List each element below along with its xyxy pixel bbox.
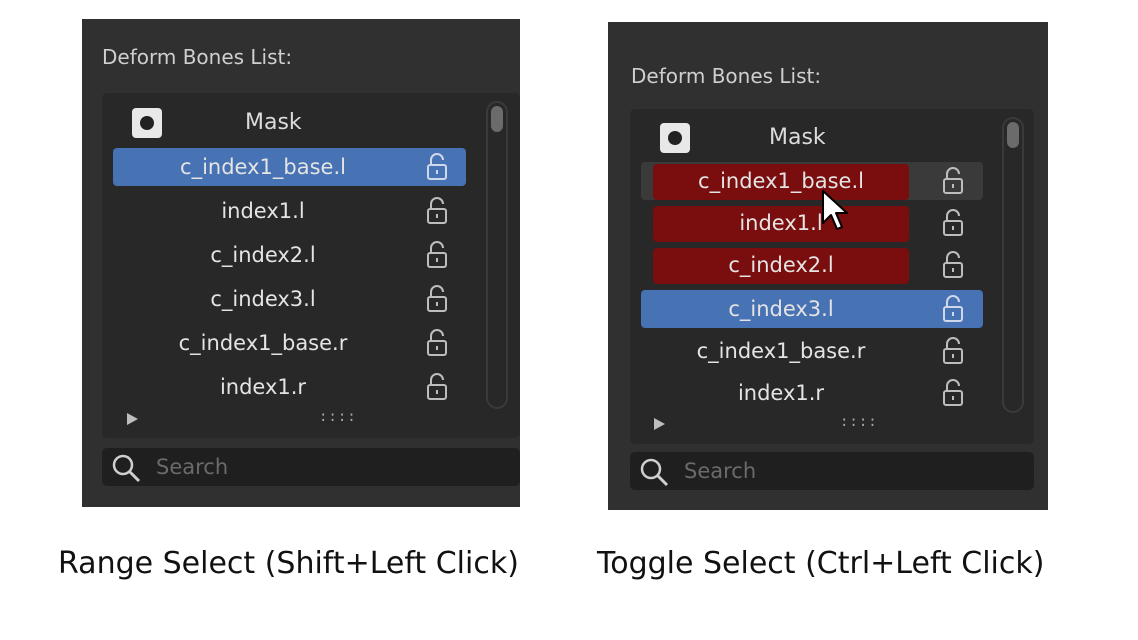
list-item-label: c_index3.l <box>210 287 316 311</box>
list-scrollbar[interactable] <box>486 101 508 409</box>
caption-toggle-select: Toggle Select (Ctrl+Left Click) <box>597 546 1045 581</box>
list-item[interactable]: index1.r <box>113 368 466 406</box>
unlock-icon[interactable] <box>941 294 967 324</box>
mask-label: Mask <box>245 110 302 135</box>
mouse-pointer-icon <box>822 190 848 230</box>
panel-title: Deform Bones List: <box>102 45 293 69</box>
unlock-icon[interactable] <box>425 240 451 270</box>
list-item[interactable]: c_index1_base.l <box>641 162 983 200</box>
list-item-label: c_index2.l <box>210 243 316 267</box>
unlock-icon[interactable] <box>425 284 451 314</box>
search-input[interactable] <box>684 452 984 490</box>
scrollbar-thumb[interactable] <box>491 106 503 132</box>
list-item[interactable]: c_index3.l <box>113 280 466 318</box>
bones-list: Mask c_index1_base.l index1.l c_index2.l… <box>102 93 520 438</box>
search-input[interactable] <box>156 448 456 486</box>
list-item-label: c_index1_base.r <box>178 331 348 355</box>
mask-row[interactable]: Mask <box>102 106 520 142</box>
list-item[interactable]: index1.l <box>641 204 983 242</box>
unlock-icon[interactable] <box>941 208 967 238</box>
unlock-icon[interactable] <box>425 372 451 402</box>
list-item-label: index1.l <box>221 199 305 223</box>
deform-bones-panel-toggle: Deform Bones List: Mask c_index1_base.l … <box>608 22 1048 510</box>
list-item[interactable]: c_index2.l <box>113 236 466 274</box>
mask-toggle-icon[interactable] <box>132 108 162 138</box>
expand-options-icon[interactable] <box>654 418 665 430</box>
mask-row[interactable]: Mask <box>630 121 1034 157</box>
caption-range-select: Range Select (Shift+Left Click) <box>58 546 519 581</box>
resize-grip-icon[interactable]: :::: <box>840 414 878 430</box>
search-field[interactable] <box>630 452 1034 490</box>
unlock-icon[interactable] <box>941 250 967 280</box>
unlock-icon[interactable] <box>425 196 451 226</box>
search-icon <box>112 454 141 483</box>
mask-toggle-icon[interactable] <box>660 123 690 153</box>
mask-label: Mask <box>769 125 826 150</box>
unlock-icon[interactable] <box>425 328 451 358</box>
scrollbar-thumb[interactable] <box>1007 122 1019 148</box>
list-item-label: c_index2.l <box>728 253 834 277</box>
list-item-label: index1.l <box>739 211 823 235</box>
search-field[interactable] <box>102 448 520 486</box>
list-item[interactable]: index1.l <box>113 192 466 230</box>
search-icon <box>640 458 669 487</box>
list-item[interactable]: c_index1_base.r <box>113 324 466 362</box>
resize-grip-icon[interactable]: :::: <box>319 409 357 425</box>
unlock-icon[interactable] <box>425 152 451 182</box>
bones-list: Mask c_index1_base.l index1.l c_index2.l… <box>630 109 1034 444</box>
list-item-label: c_index1_base.l <box>698 169 864 193</box>
list-item[interactable]: c_index3.l <box>641 290 983 328</box>
list-item[interactable]: c_index1_base.l <box>113 148 466 186</box>
list-item-label: c_index3.l <box>728 297 834 321</box>
unlock-icon[interactable] <box>941 378 967 408</box>
unlock-icon[interactable] <box>941 166 967 196</box>
list-scrollbar[interactable] <box>1002 117 1024 413</box>
list-item[interactable]: index1.r <box>641 374 983 412</box>
list-item[interactable]: c_index2.l <box>641 246 983 284</box>
list-item-label: index1.r <box>737 381 825 405</box>
deform-bones-panel-range: Deform Bones List: Mask c_index1_base.l … <box>82 19 520 507</box>
list-item[interactable]: c_index1_base.r <box>641 332 983 370</box>
list-item-label: c_index1_base.r <box>696 339 866 363</box>
list-item-label: index1.r <box>219 375 307 399</box>
expand-options-icon[interactable] <box>127 413 138 425</box>
panel-title: Deform Bones List: <box>631 64 822 88</box>
list-item-label: c_index1_base.l <box>180 155 346 179</box>
unlock-icon[interactable] <box>941 336 967 366</box>
